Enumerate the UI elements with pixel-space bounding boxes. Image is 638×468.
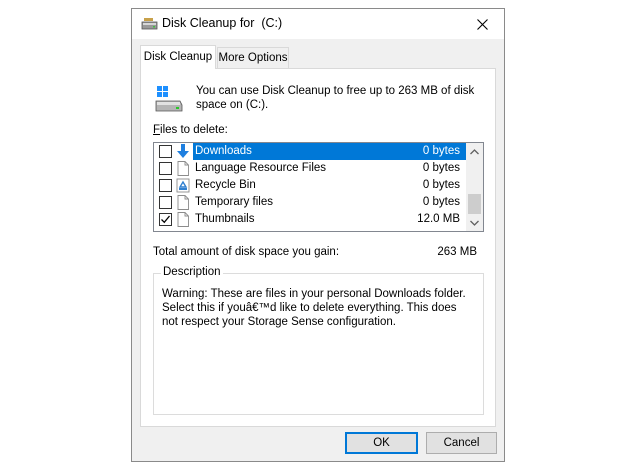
file-icon	[176, 212, 190, 227]
disk-cleanup-icon	[141, 17, 158, 31]
checkbox-thumbnails[interactable]	[159, 213, 172, 226]
download-arrow-icon	[176, 144, 190, 159]
files-label-accelerator: F	[153, 124, 161, 136]
disk-cleanup-panel: You can use Disk Cleanup to free up to 2…	[140, 68, 496, 427]
file-icon	[176, 195, 190, 210]
files-listbox[interactable]: Downloads 0 bytes Language Resource File…	[153, 142, 484, 232]
list-item-recycle-bin[interactable]: Recycle Bin 0 bytes	[154, 177, 466, 194]
item-size: 0 bytes	[422, 196, 460, 208]
chevron-down-icon	[470, 220, 479, 226]
scroll-thumb[interactable]	[468, 194, 481, 214]
drive-icon	[154, 84, 184, 114]
list-item-temporary-files[interactable]: Temporary files 0 bytes	[154, 194, 466, 211]
checkbox-temporary-files[interactable]	[159, 196, 172, 209]
tab-more-options[interactable]: More Options	[217, 47, 289, 68]
total-space-label: Total amount of disk space you gain:	[153, 246, 340, 258]
checkbox-recycle-bin[interactable]	[159, 179, 172, 192]
file-icon	[176, 161, 190, 176]
tab-disk-cleanup[interactable]: Disk Cleanup	[140, 45, 216, 69]
files-to-delete-label: Files to delete:	[153, 124, 228, 136]
checkbox-downloads[interactable]	[159, 145, 172, 158]
total-space-value: 263 MB	[437, 246, 477, 258]
description-group: Description Warning: These are files in …	[153, 266, 484, 415]
list-item-thumbnails[interactable]: Thumbnails 12.0 MB	[154, 211, 466, 228]
item-size: 0 bytes	[422, 179, 460, 191]
description-legend: Description	[161, 266, 223, 278]
window-title: Disk Cleanup for (C:)	[162, 16, 283, 30]
disk-cleanup-dialog: Disk Cleanup for (C:) Disk Cleanup More …	[131, 8, 505, 462]
cancel-button[interactable]: Cancel	[426, 432, 497, 454]
list-scrollbar[interactable]	[466, 143, 483, 231]
close-button[interactable]	[460, 9, 504, 39]
item-name: Thumbnails	[195, 213, 255, 225]
item-size: 0 bytes	[422, 145, 460, 157]
list-item-downloads[interactable]: Downloads 0 bytes	[154, 143, 466, 160]
item-size: 12.0 MB	[417, 213, 460, 225]
item-name: Temporary files	[195, 196, 273, 208]
item-size: 0 bytes	[422, 162, 460, 174]
files-label-text: iles to delete:	[160, 124, 228, 136]
checkmark-icon	[161, 215, 171, 224]
chevron-up-icon	[470, 148, 479, 154]
title-bar: Disk Cleanup for (C:)	[132, 9, 504, 39]
ok-button[interactable]: OK	[345, 432, 418, 454]
recycle-bin-icon	[176, 178, 190, 193]
item-name: Downloads	[195, 145, 252, 157]
checkbox-language-resource-files[interactable]	[159, 162, 172, 175]
close-icon	[476, 18, 488, 30]
intro-text: You can use Disk Cleanup to free up to 2…	[196, 85, 475, 111]
scroll-down-button[interactable]	[466, 214, 483, 231]
scroll-up-button[interactable]	[466, 143, 483, 160]
item-name: Language Resource Files	[195, 162, 327, 174]
list-item-language-resource-files[interactable]: Language Resource Files 0 bytes	[154, 160, 466, 177]
item-name: Recycle Bin	[195, 179, 256, 191]
description-text: Warning: These are files in your persona…	[162, 288, 466, 328]
